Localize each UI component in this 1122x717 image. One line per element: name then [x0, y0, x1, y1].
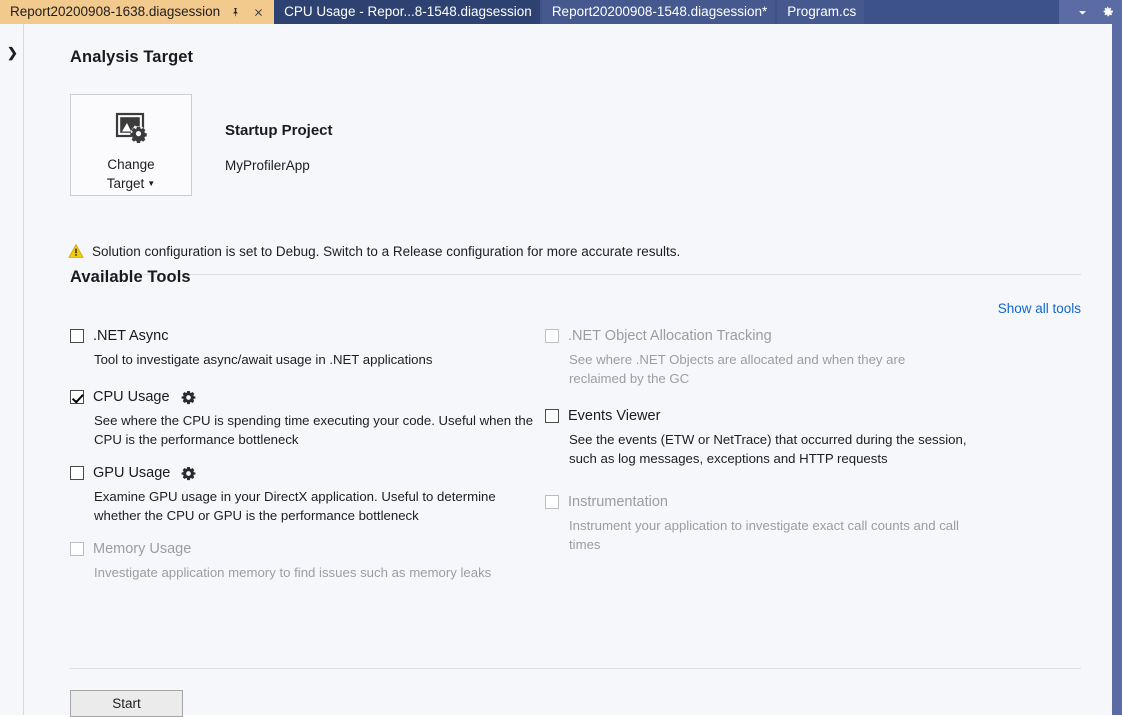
- tool-checkbox-events-viewer[interactable]: [545, 409, 559, 423]
- tool-instrumentation: Instrumentation Instrument your applicat…: [545, 492, 1045, 554]
- change-target-image-gear-icon: [114, 111, 148, 148]
- analysis-target-heading: Analysis Target: [70, 48, 193, 67]
- tool-label: GPU Usage: [93, 465, 170, 481]
- tool-description: See where .NET Objects are allocated and…: [569, 350, 964, 388]
- tool-description: Instrument your application to investiga…: [569, 516, 994, 554]
- chevron-right-icon[interactable]: ❯: [7, 46, 18, 59]
- change-target-label: Change Target▼: [107, 155, 155, 195]
- tool-net-object-allocation-tracking: .NET Object Allocation Tracking See wher…: [545, 326, 1045, 388]
- tool-label: Instrumentation: [568, 494, 668, 510]
- tool-checkbox-cpu-usage[interactable]: [70, 390, 84, 404]
- tool-label: Events Viewer: [568, 408, 660, 424]
- tool-checkbox-memory-usage: [70, 542, 84, 556]
- tool-description: See where the CPU is spending time execu…: [94, 411, 546, 449]
- tab-label: Program.cs: [787, 0, 856, 24]
- diagnostics-hub-content: Analysis Target Change Target▼: [25, 24, 1105, 715]
- tool-cpu-usage[interactable]: CPU Usage See where the CPU is spending …: [70, 387, 570, 449]
- tab-report-1638[interactable]: Report20200908-1638.diagsession: [0, 0, 274, 24]
- target-kind-label: Startup Project: [225, 122, 333, 139]
- change-target-line2: Target: [107, 176, 145, 191]
- tool-events-viewer[interactable]: Events Viewer See the events (ETW or Net…: [545, 406, 1045, 468]
- tool-label: .NET Object Allocation Tracking: [568, 328, 772, 344]
- gear-icon[interactable]: [1101, 6, 1114, 19]
- tool-description: See the events (ETW or NetTrace) that oc…: [569, 430, 994, 468]
- tool-settings-gear-icon[interactable]: [181, 390, 196, 405]
- tab-label: Report20200908-1638.diagsession: [10, 0, 220, 24]
- tab-program-cs[interactable]: Program.cs: [777, 0, 864, 24]
- tool-checkbox-net-object-allocation-tracking: [545, 329, 559, 343]
- tool-memory-usage: Memory Usage Investigate application mem…: [70, 539, 570, 582]
- tool-description: Tool to investigate async/await usage in…: [94, 350, 546, 369]
- chevron-down-icon[interactable]: [1077, 7, 1088, 18]
- section-divider: [70, 274, 1081, 275]
- tool-description: Investigate application memory to find i…: [94, 563, 524, 582]
- tab-cpu-usage-report[interactable]: CPU Usage - Repor...8-1548.diagsession: [274, 0, 540, 24]
- configuration-warning: Solution configuration is set to Debug. …: [68, 243, 680, 264]
- close-icon[interactable]: [250, 3, 266, 21]
- tool-label: Memory Usage: [93, 541, 191, 557]
- diagnostics-hub-window: ❯ Analysis Target Change Ta: [0, 24, 1122, 715]
- tab-strip-controls: [1059, 0, 1122, 24]
- tool-settings-gear-icon[interactable]: [181, 466, 196, 481]
- tab-strip: Report20200908-1638.diagsession CPU Usag…: [0, 0, 1122, 24]
- caret-down-icon[interactable]: ▼: [147, 179, 155, 188]
- tool-gpu-usage[interactable]: GPU Usage Examine GPU usage in your Dire…: [70, 463, 570, 525]
- footer-divider: [70, 668, 1081, 669]
- window-right-edge: [1112, 24, 1122, 715]
- target-project-name: MyProfilerApp: [225, 158, 310, 173]
- pin-icon[interactable]: [227, 3, 243, 21]
- tools-left-column: .NET Async Tool to investigate async/awa…: [70, 326, 570, 596]
- start-button[interactable]: Start: [70, 690, 183, 717]
- window-right-inner-edge: [1105, 24, 1112, 715]
- tab-report-1548[interactable]: Report20200908-1548.diagsession*: [542, 0, 775, 24]
- tool-label: CPU Usage: [93, 389, 170, 405]
- left-rail: ❯: [0, 24, 24, 715]
- tab-label: Report20200908-1548.diagsession*: [552, 0, 767, 24]
- tool-checkbox-instrumentation: [545, 495, 559, 509]
- change-target-button[interactable]: Change Target▼: [70, 94, 192, 196]
- show-all-tools-link[interactable]: Show all tools: [998, 301, 1081, 316]
- tool-description: Examine GPU usage in your DirectX applic…: [94, 487, 546, 525]
- change-target-line1: Change: [107, 155, 155, 174]
- tool-checkbox-gpu-usage[interactable]: [70, 466, 84, 480]
- tool-net-async[interactable]: .NET Async Tool to investigate async/awa…: [70, 326, 570, 369]
- tools-right-column: .NET Object Allocation Tracking See wher…: [545, 326, 1045, 568]
- warning-text: Solution configuration is set to Debug. …: [92, 243, 680, 261]
- tab-label: CPU Usage - Repor...8-1548.diagsession: [284, 0, 532, 24]
- warning-triangle-icon: [68, 243, 84, 264]
- tool-checkbox-net-async[interactable]: [70, 329, 84, 343]
- available-tools-heading: Available Tools: [70, 268, 191, 287]
- tool-label: .NET Async: [93, 328, 168, 344]
